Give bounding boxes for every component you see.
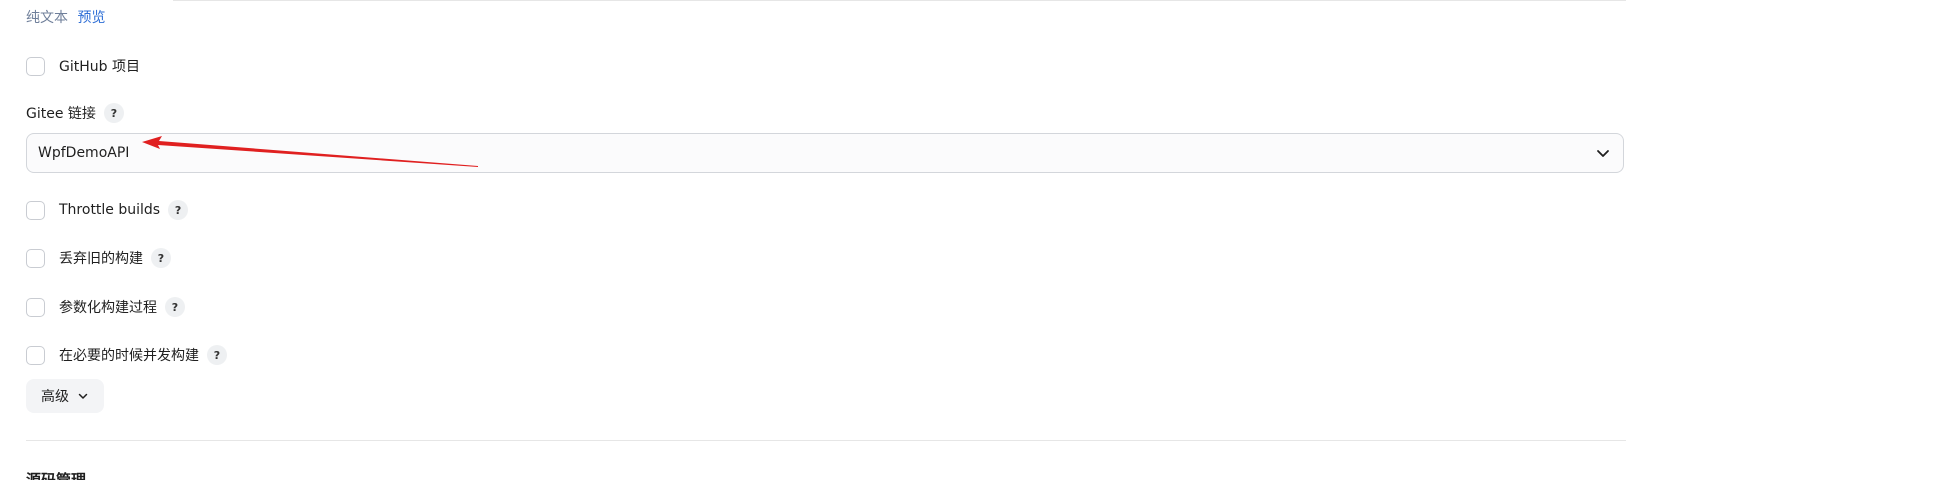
source-control-section-title: 源码管理 (26, 471, 87, 480)
discard-old-builds-checkbox[interactable] (26, 248, 45, 268)
concurrent-builds-help-icon[interactable]: ? (207, 345, 227, 365)
gitee-link-selected-value: WpfDemoAPI (38, 145, 130, 161)
throttle-builds-checkbox[interactable] (26, 200, 45, 220)
editor-mode-links: 纯文本 预览 (26, 9, 105, 27)
top-divider (173, 0, 1626, 1)
discard-old-builds-option[interactable]: 丢弃旧的构建 ? (26, 247, 171, 269)
gitee-link-field-label: Gitee 链接 ? (26, 103, 124, 123)
github-project-checkbox[interactable] (26, 56, 45, 76)
concurrent-builds-checkbox[interactable] (26, 345, 45, 365)
github-project-option[interactable]: GitHub 项目 (26, 55, 140, 77)
advanced-button[interactable]: 高级 (26, 379, 104, 413)
chevron-down-icon (1597, 150, 1609, 157)
throttle-builds-help-icon[interactable]: ? (168, 200, 189, 220)
parameterized-build-label: 参数化构建过程 (59, 300, 157, 316)
section-divider (26, 440, 1626, 441)
parameterized-build-checkbox[interactable] (26, 297, 45, 317)
throttle-builds-label: Throttle builds (59, 202, 161, 218)
plain-text-link[interactable]: 纯文本 (26, 10, 68, 26)
parameterized-build-help-icon[interactable]: ? (165, 297, 185, 317)
parameterized-build-option[interactable]: 参数化构建过程 ? (26, 296, 185, 318)
concurrent-builds-option[interactable]: 在必要的时候并发构建 ? (26, 344, 227, 366)
throttle-builds-option[interactable]: Throttle builds ? (26, 199, 189, 221)
gitee-link-help-icon[interactable]: ? (103, 103, 124, 123)
chevron-down-icon (78, 393, 88, 399)
discard-old-builds-label: 丢弃旧的构建 (59, 251, 143, 267)
preview-link[interactable]: 预览 (77, 10, 105, 26)
github-project-label: GitHub 项目 (59, 59, 140, 75)
job-config-page: 纯文本 预览 GitHub 项目 Gitee 链接 ? WpfDemoAPI T… (0, 0, 1933, 480)
concurrent-builds-label: 在必要的时候并发构建 (59, 348, 199, 364)
advanced-button-label: 高级 (41, 389, 69, 405)
annotation-arrow (142, 136, 478, 167)
gitee-link-label: Gitee 链接 (26, 106, 96, 122)
discard-old-builds-help-icon[interactable]: ? (151, 248, 171, 268)
